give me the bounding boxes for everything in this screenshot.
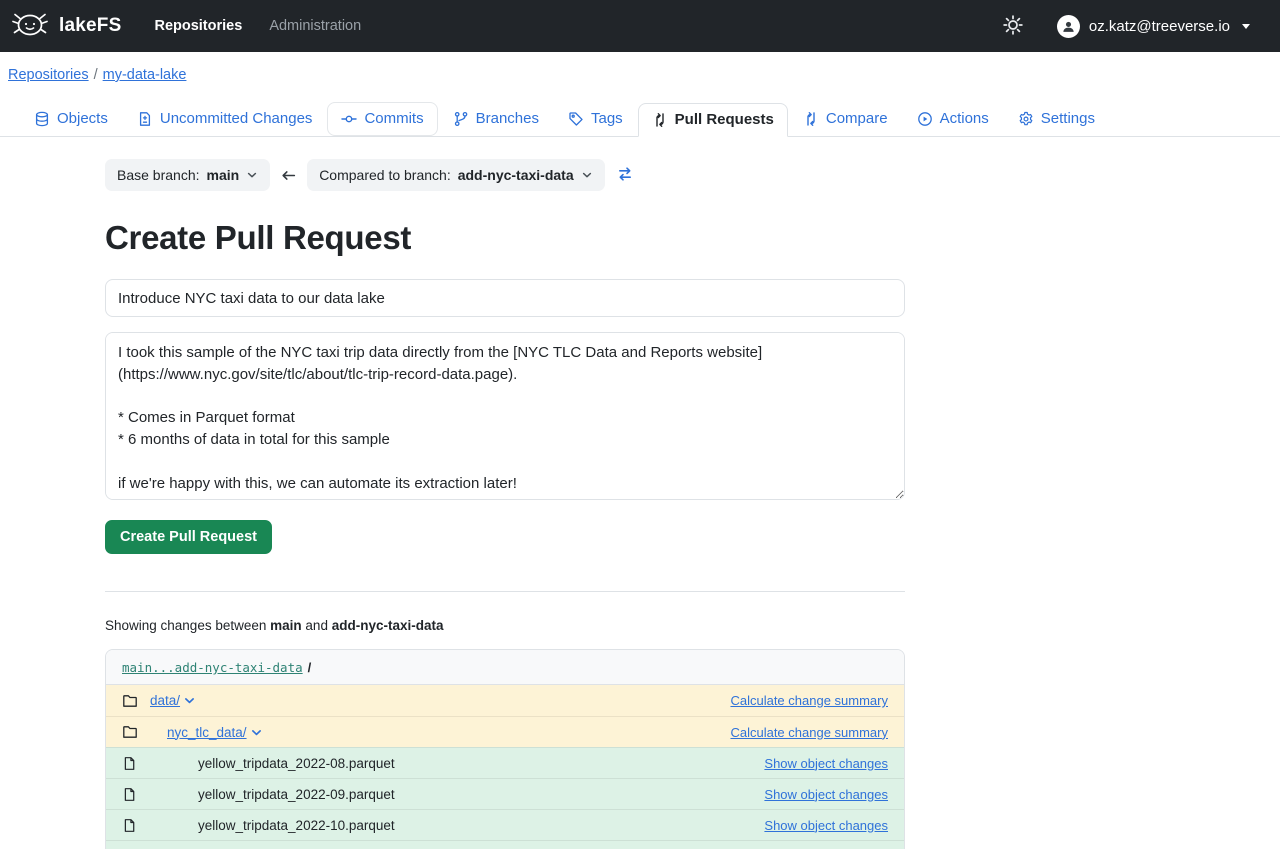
swap-arrows-icon bbox=[617, 166, 633, 185]
changes-summary-line: Showing changes between main and add-nyc… bbox=[105, 618, 905, 633]
brand-name: lakeFS bbox=[59, 15, 121, 37]
pull-request-icon bbox=[652, 112, 668, 128]
database-icon bbox=[34, 111, 50, 127]
user-email: oz.katz@treeverse.io bbox=[1089, 18, 1230, 35]
table-row: yellow_tripdata_2022-08.parquet Show obje… bbox=[106, 747, 904, 778]
folder-link[interactable]: data/ bbox=[150, 693, 180, 708]
navbar-right: oz.katz@treeverse.io bbox=[1003, 14, 1256, 39]
tab-actions[interactable]: Actions bbox=[903, 102, 1003, 136]
base-branch-label: Base branch: bbox=[117, 167, 200, 183]
user-menu-button[interactable]: oz.katz@treeverse.io bbox=[1051, 14, 1256, 39]
row-action-link[interactable]: Show object changes bbox=[764, 787, 888, 802]
main-content: Base branch: main Compared to branch: ad… bbox=[105, 159, 905, 849]
summary-and: and bbox=[305, 618, 328, 633]
file-icon bbox=[122, 787, 137, 802]
gear-icon bbox=[1018, 111, 1034, 127]
folder-link[interactable]: nyc_tlc_data/ bbox=[167, 725, 247, 740]
navbar-item-administration[interactable]: Administration bbox=[269, 18, 361, 34]
breadcrumb-separator: / bbox=[94, 67, 98, 83]
branch-compare-bar: Base branch: main Compared to branch: ad… bbox=[105, 159, 905, 191]
table-row: data/Calculate change summary bbox=[106, 685, 904, 716]
tab-compare[interactable]: Compare bbox=[789, 102, 902, 136]
chevron-down-icon bbox=[246, 169, 258, 181]
tab-commits[interactable]: Commits bbox=[327, 102, 437, 136]
avatar bbox=[1057, 15, 1080, 38]
changes-table: main...add-nyc-taxi-data / data/Calculat… bbox=[105, 649, 905, 849]
file-name: yellow_tripdata_2022-08.parquet bbox=[198, 756, 395, 771]
compared-branch-selector[interactable]: Compared to branch: add-nyc-taxi-data bbox=[307, 159, 604, 191]
pr-title-input[interactable] bbox=[105, 279, 905, 317]
repo-tab-bar: Objects Uncommitted Changes Commits Bran… bbox=[0, 94, 1280, 137]
breadcrumb: Repositories / my-data-lake bbox=[0, 52, 1280, 94]
tab-label: Branches bbox=[476, 110, 539, 127]
file-icon bbox=[122, 818, 137, 833]
compared-branch-value: add-nyc-taxi-data bbox=[458, 167, 574, 183]
file-diff-icon bbox=[137, 111, 153, 127]
tab-label: Settings bbox=[1041, 110, 1095, 127]
left-arrow-icon bbox=[280, 167, 297, 184]
tab-pull-requests[interactable]: Pull Requests bbox=[638, 103, 788, 137]
tab-branches[interactable]: Branches bbox=[439, 102, 553, 136]
changes-table-header: main...add-nyc-taxi-data / bbox=[106, 650, 904, 685]
breadcrumb-repositories-link[interactable]: Repositories bbox=[8, 67, 89, 83]
folder-label: data/ bbox=[150, 693, 196, 708]
chevron-down-icon[interactable] bbox=[183, 694, 196, 707]
navbar-links: Repositories Administration bbox=[154, 18, 361, 34]
table-row: nyc_tlc_data/Calculate change summary bbox=[106, 716, 904, 747]
row-action-link[interactable]: Show object changes bbox=[764, 818, 888, 833]
base-branch-selector[interactable]: Base branch: main bbox=[105, 159, 270, 191]
caret-down-icon bbox=[1242, 24, 1250, 29]
chevron-down-icon bbox=[581, 169, 593, 181]
row-action-link[interactable]: Calculate change summary bbox=[730, 693, 888, 708]
axolotl-logo-icon bbox=[10, 9, 50, 44]
file-name: yellow_tripdata_2022-10.parquet bbox=[198, 818, 395, 833]
sun-icon bbox=[1003, 15, 1023, 38]
compare-ref-link[interactable]: main...add-nyc-taxi-data bbox=[122, 660, 303, 675]
breadcrumb-repo-link[interactable]: my-data-lake bbox=[103, 67, 187, 83]
table-row: yellow_tripdata_2022-10.parquet Show obje… bbox=[106, 809, 904, 840]
changes-table-body: data/Calculate change summarynyc_tlc_dat… bbox=[106, 685, 904, 840]
tab-settings[interactable]: Settings bbox=[1004, 102, 1109, 136]
commit-icon bbox=[341, 111, 357, 127]
lakefs-brand[interactable]: lakeFS bbox=[10, 9, 121, 44]
folder-icon bbox=[122, 693, 138, 709]
tab-label: Actions bbox=[940, 110, 989, 127]
base-branch-value: main bbox=[207, 167, 240, 183]
summary-base-branch: main bbox=[270, 618, 302, 633]
tab-label: Tags bbox=[591, 110, 623, 127]
branch-icon bbox=[453, 111, 469, 127]
tab-objects[interactable]: Objects bbox=[20, 102, 122, 136]
tab-label: Uncommitted Changes bbox=[160, 110, 313, 127]
theme-toggle-button[interactable] bbox=[1003, 15, 1023, 38]
folder-label: nyc_tlc_data/ bbox=[167, 725, 263, 740]
pr-description-textarea[interactable]: I took this sample of the NYC taxi trip … bbox=[105, 332, 905, 500]
summary-prefix: Showing changes between bbox=[105, 618, 266, 633]
row-action-link[interactable]: Show object changes bbox=[764, 756, 888, 771]
summary-compared-branch: add-nyc-taxi-data bbox=[332, 618, 444, 633]
tab-uncommitted-changes[interactable]: Uncommitted Changes bbox=[123, 102, 327, 136]
page-title: Create Pull Request bbox=[105, 219, 905, 257]
create-pull-request-button[interactable]: Create Pull Request bbox=[105, 520, 272, 554]
compared-branch-label: Compared to branch: bbox=[319, 167, 451, 183]
swap-branches-button[interactable] bbox=[617, 166, 633, 185]
tag-icon bbox=[568, 111, 584, 127]
tab-label: Commits bbox=[364, 110, 423, 127]
tab-label: Objects bbox=[57, 110, 108, 127]
path-root-separator: / bbox=[308, 660, 312, 675]
tab-label: Compare bbox=[826, 110, 888, 127]
file-icon bbox=[122, 756, 137, 771]
tab-label: Pull Requests bbox=[675, 111, 774, 128]
table-row-partial bbox=[106, 840, 904, 849]
tab-tags[interactable]: Tags bbox=[554, 102, 637, 136]
file-name: yellow_tripdata_2022-09.parquet bbox=[198, 787, 395, 802]
row-action-link[interactable]: Calculate change summary bbox=[730, 725, 888, 740]
top-navbar: lakeFS Repositories Administration oz.ka… bbox=[0, 0, 1280, 52]
table-row: yellow_tripdata_2022-09.parquet Show obje… bbox=[106, 778, 904, 809]
navbar-item-repositories[interactable]: Repositories bbox=[154, 18, 242, 34]
chevron-down-icon[interactable] bbox=[250, 726, 263, 739]
folder-icon bbox=[122, 724, 138, 740]
compare-icon bbox=[803, 111, 819, 127]
section-divider bbox=[105, 591, 905, 592]
play-circle-icon bbox=[917, 111, 933, 127]
